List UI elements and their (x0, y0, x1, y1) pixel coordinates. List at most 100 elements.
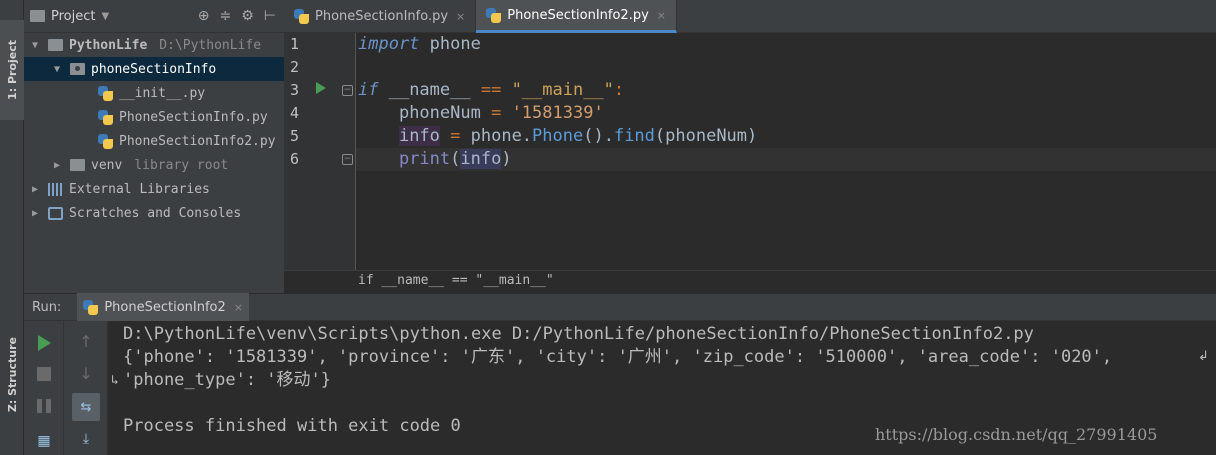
console-line: {'phone': '1581339', 'province': '广东', '… (123, 347, 1113, 367)
layout-icon: ▦ (37, 433, 51, 449)
identifier-highlighted: info (460, 149, 502, 169)
editor-tabs-bar: PhoneSectionInfo.py × PhoneSectionInfo2.… (284, 0, 1216, 33)
play-icon (37, 335, 51, 351)
soft-wrap-toggle[interactable]: ⇆ (72, 393, 100, 421)
operator: = (480, 103, 512, 123)
project-view-selector[interactable]: Project (51, 9, 95, 24)
structure-tool-tab[interactable]: Z: Structure (0, 320, 24, 430)
tab-phonesectioninfo-py[interactable]: PhoneSectionInfo.py × (284, 0, 477, 33)
python-file-icon (98, 85, 113, 101)
project-panel: Project ▼ ⊕ ≑ ⚙ ⊢ ▼ PythonLife D:\Python… (24, 0, 284, 293)
run-toolbar-primary: ▦ (24, 321, 64, 455)
collapse-arrow-icon[interactable]: ▶ (28, 184, 42, 195)
left-tool-strip: 1: Project Z: Structure (0, 0, 24, 455)
close-icon[interactable]: × (456, 10, 465, 23)
punctuation: (). (583, 126, 614, 146)
code-line: if __name__ == "__main__": (356, 79, 1216, 102)
breadcrumb: if __name__ == "__main__" (284, 270, 1216, 293)
folder-icon (30, 10, 45, 22)
scroll-down-button[interactable]: ↓ (74, 361, 98, 385)
operator: == (480, 80, 502, 100)
structure-tool-tab-label: Z: Structure (5, 337, 19, 413)
console-line: Process finished with exit code 0 (123, 416, 461, 436)
method-name: find (613, 126, 655, 146)
tree-item-label: PhoneSectionInfo2.py (119, 133, 276, 149)
tree-item-label: phoneSectionInfo (91, 61, 217, 77)
tree-item-label: PhoneSectionInfo.py (119, 109, 268, 125)
code-editor[interactable]: import phone if __name__ == "__main__": … (356, 33, 1216, 270)
run-tab-label: PhoneSectionInfo2 (104, 299, 226, 315)
tree-item-phonesectioninfo2-py[interactable]: PhoneSectionInfo2.py (24, 129, 284, 153)
run-toolbar-secondary: ↑ ↓ ⇆ ⤓ (64, 321, 108, 455)
rerun-button[interactable] (32, 331, 56, 355)
collapse-arrow-icon[interactable]: ▶ (28, 208, 42, 219)
expand-arrow-icon[interactable]: ▼ (28, 40, 42, 51)
scratches-icon (48, 206, 63, 220)
locate-icon[interactable]: ⊕ (198, 8, 210, 24)
run-gutter-icon[interactable] (316, 82, 326, 94)
tree-item-label: venv (91, 157, 123, 173)
tree-item-phonesectioninfo[interactable]: ▼ phoneSectionInfo (24, 57, 284, 81)
tree-item-init-py[interactable]: __init__.py (24, 81, 284, 105)
console-line: 'phone_type': '移动'} (123, 370, 331, 390)
hide-panel-icon[interactable]: ⊢ (264, 8, 276, 24)
code-line: info = phone.Phone().find(phoneNum) (356, 125, 1216, 148)
stop-icon (37, 367, 51, 381)
expand-arrow-icon[interactable]: ▼ (50, 64, 64, 75)
class-name: Phone (532, 126, 584, 146)
python-file-icon (294, 9, 309, 24)
run-panel-header: Run: PhoneSectionInfo2 × (24, 293, 1216, 321)
tree-item-scratches[interactable]: ▶ Scratches and Consoles (24, 201, 284, 225)
project-tool-tab-label: 1: Project (5, 40, 19, 100)
fold-open-icon[interactable]: − (342, 85, 353, 96)
line-number: 5 (290, 127, 300, 145)
tab-label: PhoneSectionInfo2.py (507, 7, 649, 23)
close-icon[interactable]: × (234, 301, 243, 314)
project-tool-tab[interactable]: 1: Project (0, 20, 24, 120)
pause-button[interactable] (32, 394, 56, 418)
collapse-all-icon[interactable]: ≑ (220, 8, 232, 24)
fold-end-icon[interactable]: − (342, 154, 353, 165)
punctuation: ) (501, 149, 512, 169)
code-line: phoneNum = '1581339' (356, 102, 1216, 125)
run-tab-phonesectioninfo2[interactable]: PhoneSectionInfo2 × (77, 293, 249, 321)
tree-item-library-hint: library root (134, 157, 229, 173)
run-console[interactable]: D:\PythonLife\venv\Scripts\python.exe D:… (108, 321, 1216, 455)
pause-icon (37, 399, 51, 413)
tree-item-venv[interactable]: ▶ venv library root (24, 153, 284, 177)
line-number: 2 (290, 58, 300, 76)
python-file-icon (486, 7, 502, 23)
identifier: phone. (470, 126, 533, 146)
chevron-down-icon[interactable]: ▼ (101, 11, 109, 22)
soft-wrap-end-icon: ↲ (1198, 349, 1209, 364)
console-line: D:\PythonLife\venv\Scripts\python.exe D:… (123, 324, 1034, 344)
arguments: (phoneNum) (654, 126, 758, 146)
python-file-icon (98, 133, 113, 149)
string-literal: '1581339' (511, 103, 604, 123)
tree-item-label: __init__.py (119, 85, 206, 101)
code-line: import phone (356, 33, 1216, 56)
operator: = (439, 126, 471, 146)
identifier: phone (419, 34, 481, 54)
layout-button[interactable]: ▦ (32, 429, 56, 453)
package-folder-icon (70, 63, 85, 75)
gear-icon[interactable]: ⚙ (241, 8, 254, 24)
tree-item-pythonlife[interactable]: ▼ PythonLife D:\PythonLife (24, 33, 284, 57)
stop-button[interactable] (32, 362, 56, 386)
run-panel-label: Run: (32, 299, 62, 315)
breadcrumb-item[interactable]: if __name__ == "__main__" (358, 273, 554, 288)
libraries-icon (48, 182, 63, 196)
tree-item-external-libraries[interactable]: ▶ External Libraries (24, 177, 284, 201)
tree-item-phonesectioninfo-py[interactable]: PhoneSectionInfo.py (24, 105, 284, 129)
collapse-arrow-icon[interactable]: ▶ (50, 160, 64, 171)
tab-phonesectioninfo2-py[interactable]: PhoneSectionInfo2.py × (476, 0, 677, 33)
tree-item-label: Scratches and Consoles (69, 205, 242, 221)
line-number: 4 (290, 104, 300, 122)
close-icon[interactable]: × (657, 9, 666, 22)
line-number: 3 (290, 81, 300, 99)
scroll-to-end-button[interactable]: ⤓ (74, 427, 98, 451)
tree-item-label: PythonLife (69, 37, 148, 53)
scroll-up-button[interactable]: ↑ (74, 329, 98, 353)
